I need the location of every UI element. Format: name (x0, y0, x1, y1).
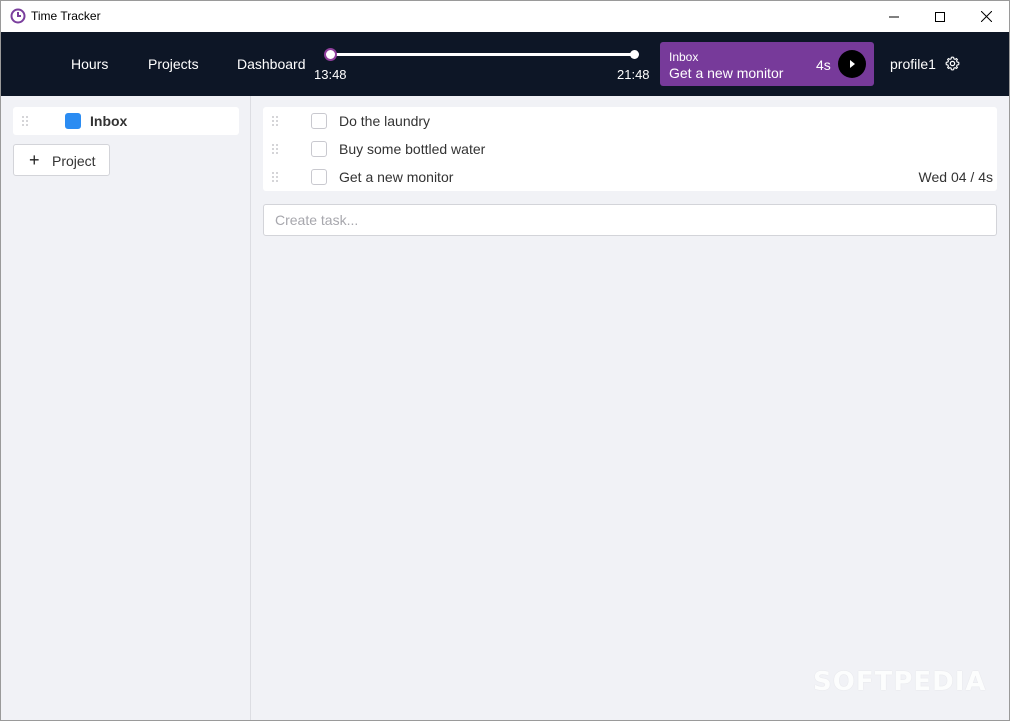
nav-hours[interactable]: Hours (71, 56, 108, 72)
main-panel: Do the laundry Buy some bottled water Ge… (251, 96, 1009, 720)
timeline-track[interactable] (331, 53, 636, 56)
close-icon (980, 11, 992, 22)
close-button[interactable] (963, 1, 1009, 32)
task-checkbox[interactable] (311, 169, 327, 185)
task-name: Get a new monitor (339, 169, 454, 185)
task-name: Do the laundry (339, 113, 431, 129)
task-checkbox[interactable] (311, 141, 327, 157)
drag-handle-icon[interactable] (21, 115, 29, 127)
timeline-end-handle[interactable] (630, 50, 639, 59)
add-project-button[interactable]: + Project (13, 144, 110, 176)
task-row[interactable]: Buy some bottled water (263, 135, 997, 163)
active-task-project: Inbox (669, 50, 699, 64)
nav-dashboard[interactable]: Dashboard (237, 56, 306, 72)
task-list: Do the laundry Buy some bottled water Ge… (263, 107, 997, 191)
profile-name[interactable]: profile1 (890, 56, 936, 72)
sidebar-item-inbox[interactable]: Inbox (13, 107, 239, 135)
project-color-swatch (65, 113, 81, 129)
watermark: SOFTPEDIA (813, 667, 987, 697)
active-task-name: Get a new monitor (669, 65, 784, 81)
active-task-duration: 4s (816, 57, 831, 73)
gear-icon[interactable] (945, 56, 960, 71)
play-icon (850, 60, 855, 68)
clock-icon (10, 8, 26, 24)
timeline-start-handle[interactable] (324, 48, 337, 61)
maximize-icon (935, 11, 945, 22)
nav-projects[interactable]: Projects (148, 56, 199, 72)
minimize-button[interactable] (871, 1, 917, 32)
project-name: Inbox (90, 113, 128, 129)
active-task-panel[interactable]: Inbox Get a new monitor 4s (660, 42, 874, 86)
create-task-input[interactable] (263, 204, 997, 236)
timeline-start-time: 13:48 (314, 67, 347, 82)
timeline-end-time: 21:48 (617, 67, 650, 82)
drag-handle-icon[interactable] (271, 143, 279, 155)
task-checkbox[interactable] (311, 113, 327, 129)
drag-handle-icon[interactable] (271, 115, 279, 127)
task-meta: Wed 04 / 4s (918, 169, 993, 185)
play-button[interactable] (838, 50, 866, 78)
task-row[interactable]: Get a new monitor Wed 04 / 4s (263, 163, 997, 191)
minimize-icon (889, 16, 899, 17)
nav-bar: Hours Projects Dashboard 13:48 21:48 Inb… (1, 32, 1009, 96)
plus-icon: + (29, 150, 40, 170)
task-row[interactable]: Do the laundry (263, 107, 997, 135)
sidebar: Inbox + Project (1, 96, 251, 720)
drag-handle-icon[interactable] (271, 171, 279, 183)
window-title: Time Tracker (31, 9, 101, 23)
title-bar: Time Tracker (1, 1, 1009, 32)
task-name: Buy some bottled water (339, 141, 486, 157)
maximize-button[interactable] (917, 1, 963, 32)
add-project-label: Project (52, 153, 96, 169)
